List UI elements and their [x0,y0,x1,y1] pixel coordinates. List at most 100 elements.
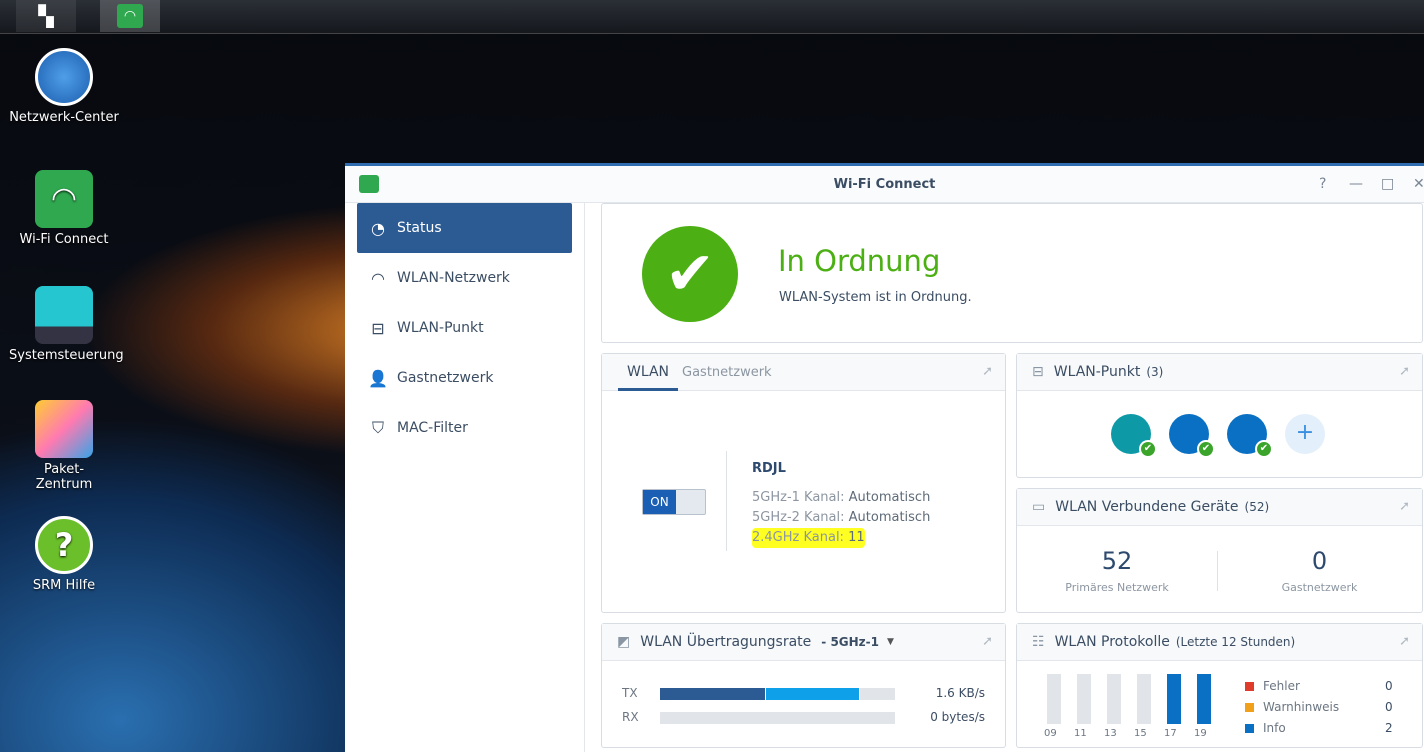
tx-value: 1.6 KB/s [935,686,985,700]
hour-label: 19 [1194,728,1207,739]
label: Paket- Zentrum [35,462,93,492]
wlan-tabs: WLAN Gastnetzwerk ➚ [602,354,1005,391]
add-access-point-button[interactable]: + [1285,414,1325,454]
title-bar: Wi-Fi Connect ? — □ ✕ [345,166,1424,203]
gauge-icon: ◔ [371,218,385,238]
channel-row: 5GHz-1 Kanal: Automatisch [752,488,930,508]
value: Automatisch [848,510,931,525]
shield-wifi-icon: ⛉ [371,418,384,437]
minimize-button[interactable]: — [1349,166,1363,203]
value: Automatisch [848,490,931,505]
divider [726,451,727,551]
access-point-device-1[interactable]: ✔ [1111,414,1157,458]
channel-list: 5GHz-1 Kanal: Automatisch 5GHz-2 Kanal: … [752,488,930,548]
band-select[interactable]: - 5GHz-1 [821,635,879,649]
count: (52) [1244,500,1270,514]
logs-panel: ☷ WLAN Protokolle (Letzte 12 Stunden) ➚ 09 1… [1016,623,1423,748]
wlan-panel: WLAN Gastnetzwerk ➚ ON RDJL 5GHz-1 Kanal… [601,353,1006,613]
sidebar-item-mac-filter[interactable]: ⛉ MAC-Filter [357,403,572,453]
access-point-device-3[interactable]: ✔ [1227,414,1273,458]
check-icon: ✔ [1197,440,1215,458]
hour-label: 17 [1164,728,1177,739]
wifi-icon: ◠ [371,268,385,288]
rate-panel: ◩ WLAN Übertragungsrate - 5GHz-1 ▼ ➚ TX 1.6 … [601,623,1006,748]
rx-bar [660,712,895,724]
hour-label: 09 [1044,728,1057,739]
desktop-systemsteuerung[interactable]: Systemsteuerung [9,286,124,363]
check-icon: ✔ [1139,440,1157,458]
wlan-toggle[interactable]: ON [642,489,706,515]
ssid: RDJL [752,461,786,476]
list-icon: ☷ [1032,634,1045,650]
desktop-wifi-connect[interactable]: ◠ Wi-Fi Connect [9,170,119,247]
wlan-punkt-panel: ⊟ WLAN-Punkt (3) ➚ ✔ ✔ ✔ + [1016,353,1423,478]
log-bar [1167,674,1181,724]
status-title: In Ordnung [778,244,941,278]
label: Status [397,220,442,236]
desktop-netzwerk-center[interactable]: Netzwerk-Center [9,48,119,125]
expand-icon[interactable]: ➚ [1399,634,1410,649]
expand-icon[interactable]: ➚ [982,364,993,379]
network-center-icon [35,48,93,106]
label: Primäres Netzwerk [1065,581,1169,594]
desktop-paket-zentrum[interactable]: Paket- Zentrum [9,400,119,492]
tab-gastnetzwerk[interactable]: Gastnetzwerk [678,365,776,380]
chart-icon: ◩ [617,634,631,650]
sidebar-item-wlan-netzwerk[interactable]: ◠ WLAN-Netzwerk [357,253,572,303]
expand-icon[interactable]: ➚ [1399,364,1410,379]
sidebar-item-wlan-punkt[interactable]: ⊟ WLAN-Punkt [357,303,572,353]
access-point-device-2[interactable]: ✔ [1169,414,1215,458]
help-icon: ? [35,516,93,574]
package-center-icon [35,400,93,458]
window-title: Wi-Fi Connect [833,177,936,192]
wifi-icon: ◠ [35,170,93,228]
hour-label: 13 [1104,728,1117,739]
tab-wlan[interactable]: WLAN [618,354,679,391]
apps-grid-icon[interactable]: ▚ [16,0,76,32]
log-chart: 09 11 13 15 17 19 [1044,674,1227,744]
expand-icon[interactable]: ➚ [982,634,993,649]
tx-bar [660,688,895,700]
panel-title: WLAN-Punkt [1053,364,1141,380]
legend-swatch [1245,682,1254,691]
legend-value: 0 [1385,679,1393,693]
sidebar-item-gastnetzwerk[interactable]: 👤 Gastnetzwerk [357,353,572,403]
legend-value: 0 [1385,700,1393,714]
wifi-connect-icon[interactable]: ◠ [100,0,160,32]
help-button[interactable]: ? [1319,166,1326,203]
legend-item: Warnhinweis 0 [1245,697,1405,718]
taskbar: ▚ ◠ [0,0,1424,34]
hour-label: 11 [1074,728,1087,739]
expand-icon[interactable]: ➚ [1399,499,1410,514]
label: Systemsteuerung [9,348,124,363]
log-legend: Fehler 0 Warnhinweis 0 Info 2 [1245,676,1405,739]
subtitle: (Letzte 12 Stunden) [1175,635,1296,649]
legend-swatch [1245,724,1254,733]
wifi-connect-window: Wi-Fi Connect ? — □ ✕ ◔ Status ◠ WLAN-Netz… [345,163,1424,752]
channel-row: 5GHz-2 Kanal: Automatisch [752,508,930,528]
close-button[interactable]: ✕ [1413,166,1424,203]
label: WLAN-Punkt [397,320,484,336]
hour-label: 15 [1134,728,1147,739]
legend-label: Warnhinweis [1263,700,1340,714]
app-icon [359,175,379,193]
label: 5GHz-1 Kanal: [752,490,845,505]
toggle-label: ON [643,490,676,514]
channel-row: 2.4GHz Kanal: 11 [752,528,865,548]
log-bar [1077,674,1091,724]
legend-item: Info 2 [1245,718,1405,739]
guest-network-stat[interactable]: 0 Gastnetzwerk [1217,547,1422,594]
sidebar: ◔ Status ◠ WLAN-Netzwerk ⊟ WLAN-Punkt 👤 Gast… [345,203,585,752]
desktop-srm-hilfe[interactable]: ? SRM Hilfe [9,516,119,593]
sidebar-item-status[interactable]: ◔ Status [357,203,572,253]
maximize-button[interactable]: □ [1381,166,1394,203]
count: (3) [1146,365,1164,379]
legend-label: Info [1263,721,1286,735]
label: SRM Hilfe [32,578,96,593]
label: 5GHz-2 Kanal: [752,510,845,525]
tx-label: TX [622,686,638,700]
rx-label: RX [622,710,639,724]
chevron-down-icon[interactable]: ▼ [887,637,894,647]
primary-network-stat[interactable]: 52 Primäres Netzwerk [1017,547,1217,594]
rx-value: 0 bytes/s [930,710,985,724]
